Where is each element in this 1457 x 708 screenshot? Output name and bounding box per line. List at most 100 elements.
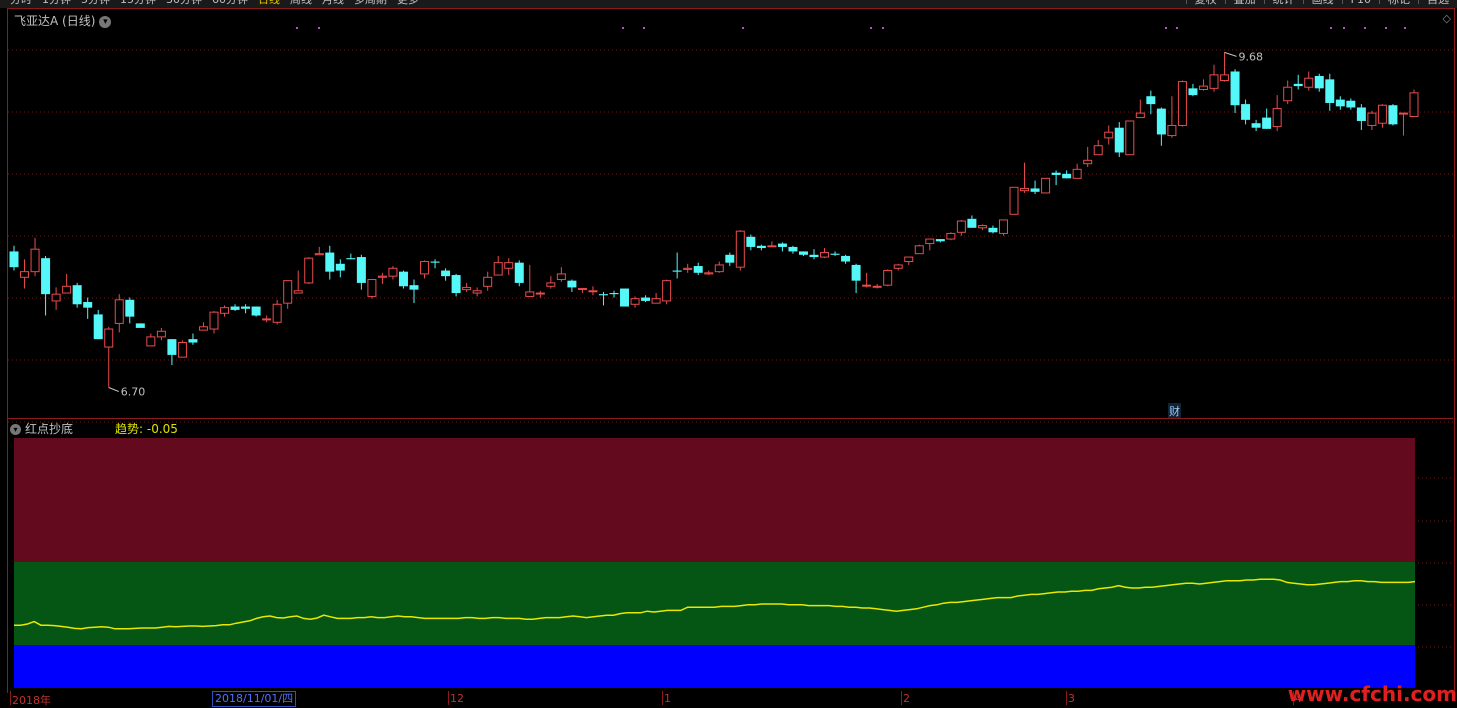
candle-body-down xyxy=(72,285,82,305)
candle-body-up xyxy=(304,257,314,284)
candle-body-down xyxy=(441,270,451,277)
candle-body-down xyxy=(125,299,135,317)
candle-body-up xyxy=(1409,92,1419,117)
candle-body-up xyxy=(1398,112,1408,115)
candle-body-down xyxy=(1156,108,1166,135)
signal-dot xyxy=(742,27,744,29)
candle-body-down xyxy=(609,293,619,295)
candle-body-down xyxy=(620,288,630,307)
candle-body-down xyxy=(135,323,145,328)
candle-body-down xyxy=(335,263,345,271)
candle-body-up xyxy=(893,264,903,269)
date-axis: 2018/11/01/四 2018年 12 1 2 3 4 xyxy=(8,691,1453,707)
candle-body-down xyxy=(356,257,366,283)
signal-dot xyxy=(1176,27,1178,29)
candle-body-up xyxy=(1177,81,1187,126)
candle-body-up xyxy=(367,279,377,297)
candle-body-down xyxy=(1146,96,1156,105)
candle-body-up xyxy=(1198,85,1208,90)
signal-dot xyxy=(1343,27,1345,29)
indicator-name: 红点抄底 xyxy=(25,422,74,436)
candle-body-down xyxy=(935,239,945,242)
candle-body-down xyxy=(451,275,461,294)
candle-body-up xyxy=(872,285,882,288)
candle-body-down xyxy=(1262,117,1272,129)
candle-body-up xyxy=(51,293,61,302)
candle-body-down xyxy=(851,264,861,281)
stock-title: 飞亚达A (日线) xyxy=(14,14,96,28)
indicator-bottom-band xyxy=(14,645,1415,688)
candle-body-down xyxy=(1230,71,1240,106)
diamond-icon[interactable]: ◇ xyxy=(1443,12,1451,25)
candle-body-down xyxy=(988,227,998,233)
candle-body-up xyxy=(1072,168,1082,179)
pane-divider[interactable] xyxy=(8,418,1453,419)
candle-body-up xyxy=(1093,145,1103,156)
candle-body-down xyxy=(167,339,177,355)
candle-body-up xyxy=(388,267,398,277)
candle-body-down xyxy=(41,258,51,295)
signal-dot xyxy=(882,27,884,29)
candle-body-up xyxy=(1283,86,1293,102)
candle-body-down xyxy=(1293,83,1303,87)
indicator-value: 趋势: -0.05 xyxy=(115,422,178,436)
price-chart[interactable]: 9.68 6.70 xyxy=(0,0,1457,706)
candle-body-down xyxy=(9,251,19,268)
candle-body-down xyxy=(756,245,766,249)
candle-body-up xyxy=(820,252,830,258)
chart-title: 飞亚达A (日线) ▾ xyxy=(14,12,112,29)
candle-body-down xyxy=(93,314,103,340)
candle-body-up xyxy=(156,330,166,338)
candle-body-down xyxy=(1325,79,1335,103)
candle-body-up xyxy=(588,290,598,293)
candle-body-up xyxy=(914,245,924,255)
candle-body-down xyxy=(1051,172,1061,175)
candle-body-down xyxy=(598,294,608,296)
candle-body-up xyxy=(30,248,40,273)
candle-body-down xyxy=(809,254,819,258)
candle-body-up xyxy=(1304,77,1314,88)
candle-body-up xyxy=(1220,74,1230,81)
candle-body-up xyxy=(714,264,724,273)
indicator-top-band xyxy=(14,438,1415,562)
candle-body-up xyxy=(293,290,303,294)
candle-body-down xyxy=(746,236,756,247)
finance-event-marker[interactable]: 财 xyxy=(1168,403,1181,419)
candle-body-up xyxy=(504,262,514,269)
max-price-label: 9.68 xyxy=(1239,50,1264,63)
candle-body-down xyxy=(1251,123,1261,128)
candle-body-up xyxy=(546,282,556,287)
candle-body-down xyxy=(841,255,851,262)
axis-cursor-date: 2018/11/01/四 xyxy=(212,691,297,707)
signal-dot xyxy=(296,27,298,29)
candle-body-up xyxy=(114,299,124,324)
watermark-text: www.cfchi.com xyxy=(1287,682,1457,706)
candle-body-up xyxy=(704,272,714,275)
chevron-down-icon[interactable]: ▾ xyxy=(99,15,112,28)
candle-body-up xyxy=(262,318,272,321)
candle-body-up xyxy=(767,245,777,248)
candle-body-up xyxy=(956,220,966,233)
candle-body-down xyxy=(251,306,261,316)
axis-tick-mark xyxy=(662,691,663,705)
min-pointer xyxy=(108,387,119,392)
candle-body-down xyxy=(641,297,651,301)
min-price-label: 6.70 xyxy=(121,386,146,399)
candle-body-up xyxy=(462,286,472,291)
candle-body-up xyxy=(883,270,893,286)
candle-body-down xyxy=(830,253,840,255)
candle-body-up xyxy=(1367,112,1377,126)
axis-tick-label: 1 xyxy=(664,692,671,705)
candle-body-up xyxy=(862,284,872,287)
candle-body-down xyxy=(346,258,356,260)
candle-body-up xyxy=(662,280,672,302)
candle-body-up xyxy=(283,280,293,304)
indicator-middle-band xyxy=(14,562,1415,645)
candle-body-down xyxy=(725,254,735,263)
candle-body-down xyxy=(1346,100,1356,108)
candle-body-up xyxy=(1041,177,1051,194)
candle-body-up xyxy=(946,232,956,240)
chevron-down-icon[interactable]: ▾ xyxy=(10,424,21,435)
signal-dot xyxy=(1165,27,1167,29)
candle-body-up xyxy=(1209,74,1219,89)
